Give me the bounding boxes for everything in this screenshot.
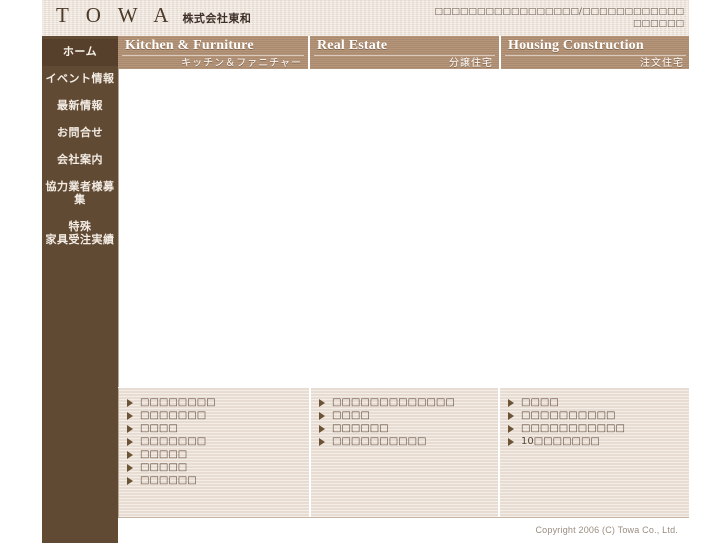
logo-company-name: 株式会社東和 xyxy=(182,13,252,25)
list-item[interactable]: □□□□□□□□□□ xyxy=(508,409,683,422)
section-housing-construction[interactable]: Housing Construction 注文住宅 xyxy=(501,36,690,69)
site-footer: Copyright 2006 (C) Towa Co., Ltd. xyxy=(118,519,690,543)
list-item-label: □□□□□ xyxy=(140,449,188,460)
section-kitchen-furniture-title-ja: キッチン＆ファニチャー xyxy=(181,58,302,69)
site-logo[interactable]: T O W A 株式会社東和 xyxy=(56,5,251,26)
section-kitchen-furniture-title-en: Kitchen & Furniture xyxy=(125,38,254,53)
sidebar-item-home[interactable]: ホーム xyxy=(42,39,118,66)
sidebar-item-partners[interactable]: 協力業者様募集 xyxy=(42,174,118,214)
list-item[interactable]: □□□□□ xyxy=(127,448,303,461)
link-column-real-estate: □□□□□□□□□□□□□ □□□□ □□□□□□ □□□□□□□□□□ xyxy=(309,388,498,517)
site-frame: T O W A 株式会社東和 □□□□□□□□□□□□□□□□□/□□□□□□□… xyxy=(42,0,690,545)
copyright-text: Copyright 2006 (C) Towa Co., Ltd. xyxy=(535,525,678,535)
section-housing-construction-title-ja: 注文住宅 xyxy=(640,58,684,69)
arrow-right-icon xyxy=(127,411,133,420)
arrow-right-icon xyxy=(127,450,133,459)
footer-link-panel: □□□□□□□□ □□□□□□□ □□□□ □□□□□□□ □□□□□ □□□□… xyxy=(118,388,690,518)
list-item-label: □□□□□□□□□□□ xyxy=(521,423,625,434)
list-item[interactable]: □□□□□□□ xyxy=(127,409,303,422)
main-content-area xyxy=(118,69,690,387)
list-item[interactable]: □□□□□□□ xyxy=(127,435,303,448)
list-item-label: □□□□□□□□ xyxy=(140,397,216,408)
page-root: T O W A 株式会社東和 □□□□□□□□□□□□□□□□□/□□□□□□□… xyxy=(0,0,727,545)
arrow-right-icon xyxy=(127,398,133,407)
list-item-label: □□□□ xyxy=(332,410,370,421)
sidebar-item-custom-furniture-line2: 家具受注実績 xyxy=(45,234,115,246)
site-header: T O W A 株式会社東和 □□□□□□□□□□□□□□□□□/□□□□□□□… xyxy=(42,0,690,36)
list-item-label: □□□□□□□ xyxy=(140,436,207,447)
section-housing-construction-title-en: Housing Construction xyxy=(508,38,644,53)
list-item[interactable]: □□□□ xyxy=(319,409,492,422)
list-item-label: □□□□□□□□□□ xyxy=(332,436,427,447)
list-item-label: □□□□□□ xyxy=(332,423,389,434)
arrow-right-icon xyxy=(508,437,514,446)
sidebar-nav: ホーム イベント情報 最新情報 お問合せ 会社案内 協力業者様募集 特殊 家具受… xyxy=(42,36,118,543)
arrow-right-icon xyxy=(319,424,325,433)
list-item[interactable]: □□□□□□□□ xyxy=(127,396,303,409)
header-tagline: □□□□□□□□□□□□□□□□□/□□□□□□□□□□□□ □□□□□□ xyxy=(434,6,684,30)
arrow-right-icon xyxy=(508,424,514,433)
sidebar-item-contact[interactable]: お問合せ xyxy=(42,120,118,147)
section-real-estate[interactable]: Real Estate 分譲住宅 xyxy=(310,36,499,69)
section-kitchen-furniture[interactable]: Kitchen & Furniture キッチン＆ファニチャー xyxy=(118,36,308,69)
section-header-bars: Kitchen & Furniture キッチン＆ファニチャー Real Est… xyxy=(118,36,690,69)
section-real-estate-title-en: Real Estate xyxy=(317,38,388,53)
link-column-kitchen-furniture: □□□□□□□□ □□□□□□□ □□□□ □□□□□□□ □□□□□ □□□□… xyxy=(119,388,309,517)
section-real-estate-title-ja: 分譲住宅 xyxy=(449,58,493,69)
arrow-right-icon xyxy=(127,476,133,485)
list-item-label: □□□□□□ xyxy=(140,475,197,486)
arrow-right-icon xyxy=(127,437,133,446)
logo-wordmark: T O W A xyxy=(56,3,175,27)
sidebar-item-events[interactable]: イベント情報 xyxy=(42,66,118,93)
list-item[interactable]: □□□□□□□□□□□□□ xyxy=(319,396,492,409)
frame-right-edge xyxy=(689,0,690,519)
arrow-right-icon xyxy=(508,398,514,407)
list-item-label: □□□□□□□□□□ xyxy=(521,410,616,421)
footer-divider xyxy=(689,519,690,543)
list-item[interactable]: □□□□□□ xyxy=(127,474,303,487)
list-item-label: □□□□□□□□□□□□□ xyxy=(332,397,455,408)
sidebar-item-news[interactable]: 最新情報 xyxy=(42,93,118,120)
list-item-label: □□□□□ xyxy=(140,462,188,473)
list-item-label: □□□□ xyxy=(521,397,559,408)
arrow-right-icon xyxy=(508,411,514,420)
header-tagline-line1: □□□□□□□□□□□□□□□□□/□□□□□□□□□□□□ xyxy=(434,7,684,17)
list-item[interactable]: □□□□ xyxy=(508,396,683,409)
arrow-right-icon xyxy=(127,424,133,433)
arrow-right-icon xyxy=(319,411,325,420)
list-item[interactable]: □□□□□□ xyxy=(319,422,492,435)
list-item[interactable]: □□□□□□□□□□□ xyxy=(508,422,683,435)
list-item[interactable]: 10□□□□□□□ xyxy=(508,435,683,448)
arrow-right-icon xyxy=(319,398,325,407)
sidebar-item-company[interactable]: 会社案内 xyxy=(42,147,118,174)
arrow-right-icon xyxy=(127,463,133,472)
header-tagline-line2: □□□□□□ xyxy=(632,19,684,29)
list-item[interactable]: □□□□ xyxy=(127,422,303,435)
list-item-label: 10□□□□□□□ xyxy=(521,436,600,447)
sidebar-item-custom-furniture-line1: 特殊 xyxy=(68,221,92,233)
arrow-right-icon xyxy=(319,437,325,446)
list-item-label: □□□□□□□ xyxy=(140,410,207,421)
list-item-label: □□□□ xyxy=(140,423,178,434)
list-item[interactable]: □□□□□□□□□□ xyxy=(319,435,492,448)
sidebar-item-custom-furniture[interactable]: 特殊 家具受注実績 xyxy=(42,214,118,254)
list-item[interactable]: □□□□□ xyxy=(127,461,303,474)
link-column-housing-construction: □□□□ □□□□□□□□□□ □□□□□□□□□□□ 10□□□□□□□ xyxy=(498,388,689,517)
